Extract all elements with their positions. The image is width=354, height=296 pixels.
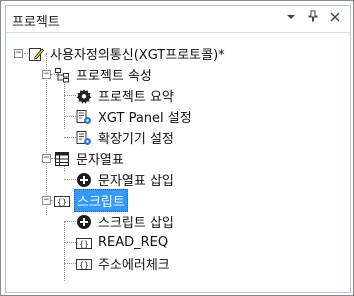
- tree-item-label: 스크립트 삽입: [98, 216, 174, 231]
- tree-connector: [64, 221, 65, 281]
- svg-text:{}: {}: [79, 260, 89, 269]
- tree-item-string-table[interactable]: 문자열표: [54, 148, 126, 169]
- dropdown-button[interactable]: [282, 9, 300, 27]
- project-panel: 프로젝트 − − − − 사용자정의통신(XGT프로토콜)* 프로젝트 속성 프…: [5, 5, 351, 293]
- window-frame: 프로젝트 − − − − 사용자정의통신(XGT프로토콜)* 프로젝트 속성 프…: [0, 0, 354, 296]
- tree-connector: [64, 179, 76, 180]
- tree-connector: [64, 116, 76, 117]
- script-braces-icon: {}: [76, 237, 92, 249]
- tree-connector: [64, 242, 76, 243]
- tree-item-label: 프로젝트 요약: [98, 90, 174, 105]
- hierarchy-icon: [55, 67, 69, 82]
- tree-item-project-summary[interactable]: 프로젝트 요약: [76, 85, 176, 106]
- tree-item-label: 사용자정의통신(XGT프로토콜)*: [50, 48, 225, 63]
- tree-item-label: 프로젝트 속성: [76, 69, 152, 84]
- close-icon: [330, 12, 340, 22]
- tree-item-read-req[interactable]: {} READ_REQ: [76, 232, 170, 253]
- script-braces-icon: {}: [76, 258, 92, 270]
- device-settings-icon: [76, 130, 91, 145]
- tree-connector: [64, 95, 76, 96]
- device-settings-icon: [76, 109, 91, 124]
- tree-connector: [64, 137, 76, 138]
- pin-button[interactable]: [304, 9, 322, 27]
- tree-item-xgt-panel-settings[interactable]: XGT Panel 설정: [76, 106, 194, 127]
- panel-titlebar: 프로젝트: [6, 6, 350, 33]
- close-button[interactable]: [326, 9, 344, 27]
- tree-item-insert-script[interactable]: 스크립트 삽입: [76, 211, 176, 232]
- tree-item-label: 문자열표: [76, 153, 124, 168]
- pin-icon: [308, 10, 318, 22]
- collapse-toggle-string-table[interactable]: −: [42, 154, 51, 163]
- svg-text:{}: {}: [57, 197, 67, 206]
- tree-item-script[interactable]: {} 스크립트: [54, 189, 128, 212]
- add-circle-icon: [77, 172, 91, 187]
- project-tree[interactable]: − − − − 사용자정의통신(XGT프로토콜)* 프로젝트 속성 프로젝트 요…: [6, 33, 350, 292]
- script-braces-icon: {}: [54, 195, 70, 207]
- tree-item-project-settings[interactable]: 프로젝트 속성: [54, 64, 154, 85]
- tree-item-root[interactable]: 사용자정의통신(XGT프로토콜)*: [28, 43, 227, 64]
- panel-title: 프로젝트: [12, 15, 60, 30]
- collapse-toggle-project-settings[interactable]: −: [42, 70, 51, 79]
- tree-item-insert-string-table[interactable]: 문자열표 삽입: [76, 169, 176, 190]
- tree-item-label: 문자열표 삽입: [98, 174, 174, 189]
- tree-item-address-error-check[interactable]: {} 주소에러체크: [76, 253, 172, 274]
- tree-item-label: 확장기기 설정: [98, 132, 174, 147]
- gear-icon: [76, 88, 92, 104]
- chevron-down-icon: [287, 15, 295, 19]
- tree-item-label: 주소에러체크: [98, 258, 170, 273]
- tree-item-label: XGT Panel 설정: [98, 111, 192, 126]
- collapse-toggle-script[interactable]: −: [42, 196, 51, 205]
- table-icon: [55, 151, 69, 166]
- tree-item-label: READ_REQ: [98, 235, 169, 250]
- collapse-toggle-root[interactable]: −: [14, 49, 23, 58]
- tree-connector: [64, 221, 76, 222]
- tree-item-label: 스크립트: [74, 189, 128, 212]
- add-circle-icon: [77, 214, 91, 229]
- project-edit-icon: [29, 47, 44, 61]
- tree-item-expansion-settings[interactable]: 확장기기 설정: [76, 127, 176, 148]
- tree-connector: [64, 263, 76, 264]
- svg-text:{}: {}: [79, 239, 89, 248]
